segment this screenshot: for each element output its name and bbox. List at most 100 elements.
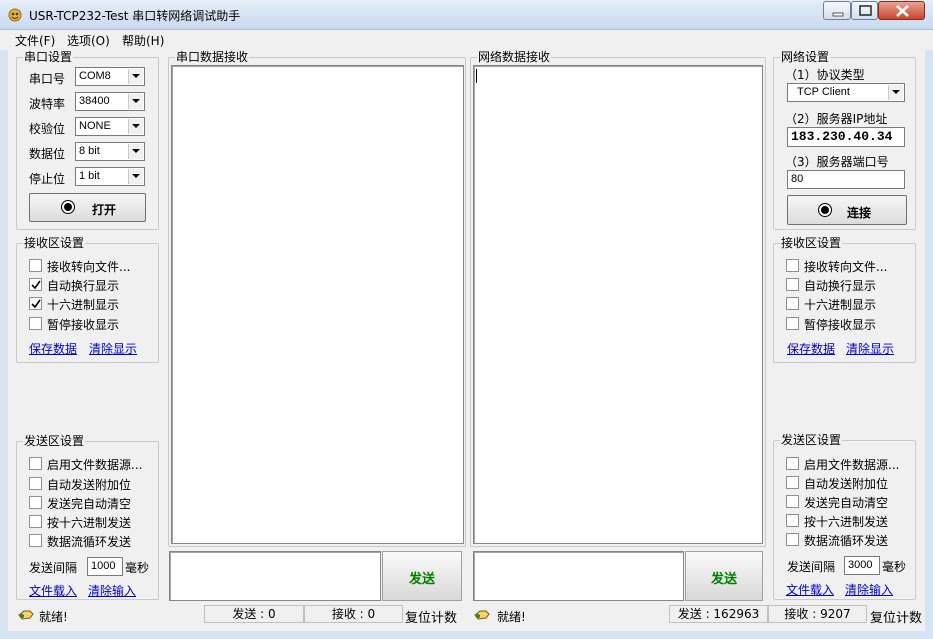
net-send-input[interactable] (473, 551, 684, 601)
minimize-icon (832, 12, 844, 17)
left-recv-opt-1-checkbox[interactable] (29, 278, 42, 291)
maximize-icon (859, 5, 872, 16)
menu-file[interactable]: 文件(F) (15, 32, 55, 49)
close-button[interactable] (878, 1, 925, 20)
left-recv-opt-0-checkbox[interactable] (29, 259, 42, 272)
right-send-opt-0-label: 启用文件数据源... (804, 458, 900, 472)
right-reset-count-button[interactable]: 复位计数 (870, 607, 922, 626)
left-send-opt-0-checkbox[interactable] (29, 457, 42, 470)
net-send-button[interactable]: 发送 (685, 551, 763, 601)
server-port-label: （3）服务器端口号 (785, 155, 889, 169)
left-save-data-link[interactable]: 保存数据 (29, 340, 77, 357)
right-recv-opt-2-checkbox[interactable] (786, 297, 799, 310)
left-send-opt-4-checkbox[interactable] (29, 534, 42, 547)
serial-recv-title: 串口数据接收 (175, 50, 250, 64)
right-interval-label: 发送间隔 (787, 560, 836, 574)
stopbits-select[interactable]: 1 bit (75, 167, 145, 186)
left-interval-input[interactable]: 1000 (87, 557, 123, 576)
right-interval-input[interactable]: 3000 (844, 556, 880, 575)
left-send-settings-title: 发送区设置 (23, 434, 86, 448)
left-reset-count-button[interactable]: 复位计数 (405, 607, 457, 626)
right-clear-display-link[interactable]: 清除显示 (846, 340, 894, 357)
serial-send-button[interactable]: 发送 (382, 551, 462, 601)
baud-label: 波特率 (29, 97, 66, 111)
serial-recv-textarea[interactable] (171, 65, 464, 544)
left-send-opt-3-label: 按十六进制发送 (47, 516, 132, 530)
right-status-ready: 就绪! (497, 610, 526, 624)
server-ip-input[interactable]: 183.230.40.34 (787, 127, 905, 147)
serial-send-input[interactable] (169, 551, 381, 601)
right-send-opt-2-checkbox[interactable] (786, 495, 799, 508)
status-dot-icon (62, 201, 74, 213)
right-recv-settings-title: 接收区设置 (780, 236, 843, 250)
parity-label: 校验位 (29, 122, 66, 136)
connect-button[interactable]: 连接 (787, 195, 907, 225)
right-send-opt-2-label: 发送完自动清空 (804, 496, 889, 510)
left-send-opt-1-label: 自动发送附加位 (47, 478, 132, 492)
net-recv-textarea[interactable] (473, 65, 763, 544)
right-recv-count: 接收 : 9207 (768, 605, 867, 623)
databits-select[interactable]: 8 bit (75, 142, 145, 161)
ready-hand-icon (474, 610, 490, 620)
protocol-label: （1）协议类型 (785, 68, 865, 82)
ready-hand-icon (18, 610, 34, 620)
right-recv-opt-1-label: 自动换行显示 (804, 279, 877, 293)
baud-select[interactable]: 38400 (75, 92, 145, 111)
right-recv-opt-1-checkbox[interactable] (786, 278, 799, 291)
right-send-opt-1-checkbox[interactable] (786, 476, 799, 489)
left-recv-opt-1-label: 自动换行显示 (47, 279, 120, 293)
right-send-opt-3-label: 按十六进制发送 (804, 515, 889, 529)
open-port-button[interactable]: 打开 (29, 193, 146, 222)
right-recv-opt-2-label: 十六进制显示 (804, 298, 877, 312)
server-ip-label: （2）服务器IP地址 (785, 112, 888, 126)
right-save-data-link[interactable]: 保存数据 (787, 340, 835, 357)
right-send-opt-4-label: 数据流循环发送 (804, 534, 889, 548)
left-send-opt-3-checkbox[interactable] (29, 515, 42, 528)
right-recv-opt-3-label: 暂停接收显示 (804, 318, 877, 332)
window-title: USR-TCP232-Test 串口转网络调试助手 (29, 9, 241, 23)
left-recv-opt-2-label: 十六进制显示 (47, 298, 120, 312)
chevron-down-icon (888, 85, 903, 100)
left-clear-display-link[interactable]: 清除显示 (89, 340, 137, 357)
right-send-opt-0-checkbox[interactable] (786, 457, 799, 470)
menu-options[interactable]: 选项(O) (67, 32, 110, 49)
right-recv-opt-3-checkbox[interactable] (786, 317, 799, 330)
right-send-opt-1-label: 自动发送附加位 (804, 477, 889, 491)
right-recv-opt-0-checkbox[interactable] (786, 259, 799, 272)
maximize-button[interactable] (851, 1, 878, 20)
menu-help[interactable]: 帮助(H) (122, 32, 164, 49)
databits-label: 数据位 (29, 147, 66, 161)
server-port-input[interactable]: 80 (787, 170, 905, 189)
left-recv-opt-3-checkbox[interactable] (29, 317, 42, 330)
left-recv-count: 接收 : 0 (304, 605, 403, 623)
left-status-ready: 就绪! (39, 610, 68, 624)
app-logo-icon (8, 8, 22, 22)
left-recv-settings-title: 接收区设置 (23, 236, 86, 250)
chevron-down-icon (128, 94, 143, 109)
title-bar[interactable]: USR-TCP232-Test 串口转网络调试助手 (0, 0, 933, 30)
left-send-opt-0-label: 启用文件数据源... (47, 458, 143, 472)
right-clear-input-link[interactable]: 清除输入 (845, 581, 893, 598)
right-send-opt-4-checkbox[interactable] (786, 533, 799, 546)
right-send-opt-3-checkbox[interactable] (786, 514, 799, 527)
left-clear-input-link[interactable]: 清除输入 (88, 582, 136, 599)
close-icon (896, 5, 909, 17)
right-send-settings-title: 发送区设置 (780, 433, 843, 447)
menu-bar: 文件(F) 选项(O) 帮助(H) (0, 30, 933, 50)
left-recv-opt-2-checkbox[interactable] (29, 297, 42, 310)
left-send-opt-2-label: 发送完自动清空 (47, 497, 132, 511)
chevron-down-icon (128, 119, 143, 134)
protocol-select[interactable]: TCP Client (787, 83, 905, 102)
left-sent-count: 发送 : 0 (204, 605, 304, 623)
left-interval-unit: 毫秒 (125, 561, 150, 575)
network-settings-title: 网络设置 (780, 50, 831, 64)
checkmark-icon (31, 299, 41, 309)
left-send-opt-2-checkbox[interactable] (29, 496, 42, 509)
minimize-button[interactable] (823, 1, 851, 20)
left-send-opt-1-checkbox[interactable] (29, 477, 42, 490)
left-interval-label: 发送间隔 (29, 561, 78, 575)
right-file-load-link[interactable]: 文件载入 (786, 581, 834, 598)
parity-select[interactable]: NONE (75, 117, 145, 136)
left-file-load-link[interactable]: 文件载入 (29, 582, 77, 599)
port-select[interactable]: COM8 (75, 67, 145, 86)
